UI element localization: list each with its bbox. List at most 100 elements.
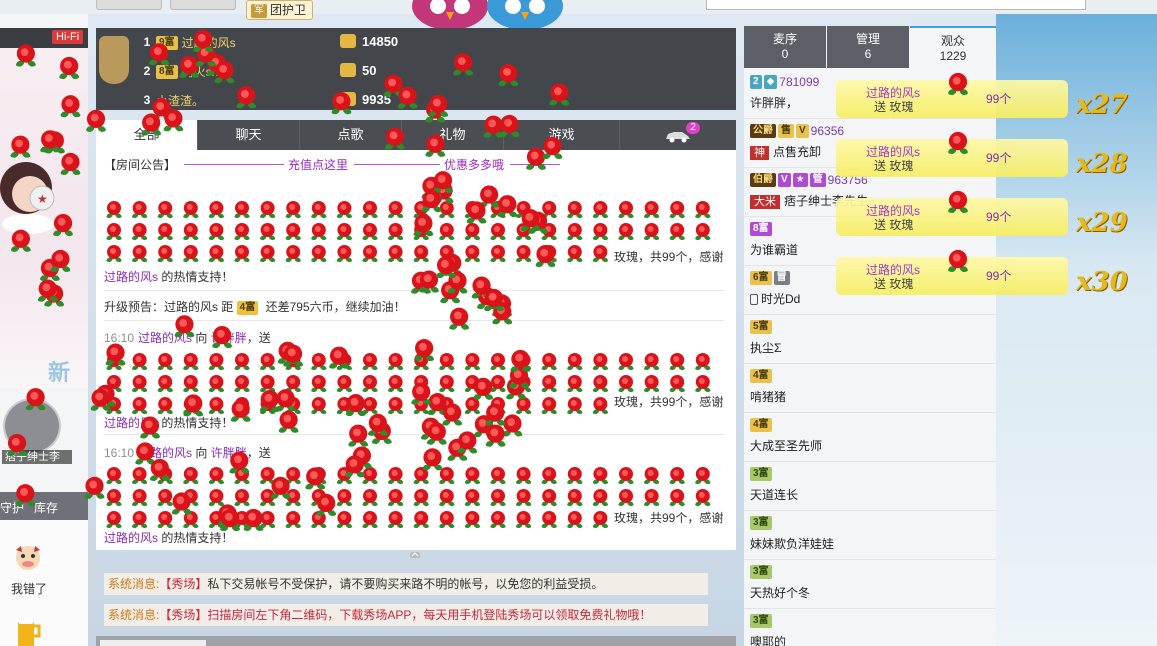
rose-icon [336,201,352,218]
rose-icon [618,353,634,370]
rank-row[interactable]: 3 小渣渣。 9935 [140,90,440,110]
audience-name[interactable]: 大成至圣先师 [750,437,822,454]
audience-item[interactable]: 5富 执尘Σ [744,315,996,364]
rank-value: 9935 [362,92,391,107]
cow-icon[interactable] [12,542,44,574]
tab-label: 麦序 [772,32,797,46]
top-button-2[interactable] [170,0,236,10]
audience-name[interactable]: 天热好个冬 [750,584,810,601]
audience-name[interactable]: 神点售充卸 [750,143,821,160]
hifi-badge[interactable]: Hi-Fi [52,30,84,44]
tab-chat[interactable]: 聊天 [198,120,300,150]
rose-icon [132,511,148,528]
rose-icon [388,353,404,370]
rose-icon [413,375,429,392]
sender-name[interactable]: 过路的风s [138,331,192,345]
system-body: 扫描房间左下角二维码，下载秀场APP，每天用手机登陆秀场可以领取免费礼物哦！ [207,608,652,622]
message-time: 16:10 [104,331,135,345]
rose-icon [695,467,711,484]
divider [104,320,724,321]
rank-user-name[interactable]: 小渣渣。 [156,94,204,108]
audience-name[interactable]: 啃猪猪 [750,388,786,405]
sender-name[interactable]: 过路的风s [138,446,192,460]
mic-avatar[interactable] [3,398,61,454]
rose-icon [567,511,583,528]
level-badge: 8富 [156,64,178,79]
gift-banner: 过路的风s 送 玫瑰 99个 [836,198,1068,236]
beer-icon[interactable] [14,614,42,646]
level-badge: 9富 [156,35,178,50]
thanks-user[interactable]: 过路的风s [104,270,158,284]
rose-icon [592,397,608,414]
sorry-action-label[interactable]: 我错了 [11,580,47,597]
rose-icon [490,511,506,528]
rose-icon [669,201,685,218]
audience-item[interactable]: 3富 噢耶的 [744,609,996,646]
collapse-handle-icon[interactable] [410,552,420,558]
audience-name[interactable]: 时光Dd [750,290,800,307]
stock-tab[interactable]: 库存 [34,499,58,516]
rose-icon [183,511,199,528]
rose-icon [106,375,122,392]
top-button-1[interactable] [96,0,162,10]
rank-value: 14850 [362,34,399,49]
user-badge: 管 [809,172,826,187]
audience-name[interactable]: 妹妹欺负洋娃娃 [750,535,834,552]
tab-gift[interactable]: 礼物 [402,120,504,150]
tab-count: 1229 [939,49,967,63]
rank-row[interactable]: 1 9富 过路的风s 14850 [140,32,440,52]
rose-icon [541,201,557,218]
tab-song[interactable]: 点歌 [300,120,402,150]
audience-name[interactable]: 为谁霸道 [750,241,798,258]
tab-mic-queue[interactable]: 麦序 0 [744,26,826,68]
divider [104,290,724,291]
audience-item[interactable]: 4富 大成至圣先师 [744,413,996,462]
audience-item[interactable]: 3富 天热好个冬 [744,560,996,609]
rose-icon [567,375,583,392]
audience-item[interactable]: 3富 妹妹欺负洋娃娃 [744,511,996,560]
user-id: 781099 [779,74,820,89]
rose-icon [208,511,224,528]
thanks-user[interactable]: 过路的风s [104,416,158,430]
tab-admins[interactable]: 管理 6 [827,26,909,68]
tab-audience[interactable]: 观众 1229 [910,26,996,68]
rose-icon [567,397,583,414]
audience-name-text: 点售充卸 [773,145,822,159]
rose-icon [285,201,301,218]
rose-icon [234,489,250,506]
audience-name[interactable]: 许胖胖， [750,94,798,111]
thanks-user[interactable]: 过路的风s [104,531,158,545]
promo-link[interactable]: 优惠多多哦 [444,156,504,173]
rank-user-name[interactable]: 阿火sh [182,65,219,79]
audience-name[interactable]: 噢耶的 [750,633,786,646]
guard-tab[interactable]: 守护 [0,499,24,516]
rank-row[interactable]: 2 8富 阿火sh 50 [140,61,440,81]
rose-icon [618,489,634,506]
rose-icon [106,511,122,528]
rank-user-name[interactable]: 过路的风s [182,36,236,50]
audience-name[interactable]: 执尘Σ [750,339,781,356]
system-label: 系统消息: [108,608,160,622]
rose-icon [285,223,301,240]
recharge-link[interactable]: 充值点这里 [288,156,348,173]
receiver-name[interactable]: 许胖胖 [211,331,247,345]
rose-icon [439,245,455,262]
rose-icon [311,245,327,262]
user-badge: 3富 [750,466,772,481]
tab-car[interactable]: 2 [620,120,736,150]
rose-icon [516,375,532,392]
audience-name[interactable]: 天道连长 [750,486,798,503]
top-search-input[interactable] [706,0,1086,10]
tab-game[interactable]: 游戏 [504,120,620,150]
audience-item[interactable]: 3富天道连长 [744,462,996,511]
guard-button[interactable]: 军团护卫 [246,0,314,20]
rose-icon [336,511,352,528]
receiver-name[interactable]: 许胖胖 [211,446,247,460]
rose-icon [234,353,250,370]
tab-all[interactable]: 全部 [96,120,198,150]
rose-icon [336,397,352,414]
audience-item[interactable]: 4富 啃猪猪 [744,364,996,413]
chat-input[interactable] [100,640,206,646]
rose-icon [183,489,199,506]
mic-user-name[interactable]: 痞子绅士李 [2,450,72,464]
